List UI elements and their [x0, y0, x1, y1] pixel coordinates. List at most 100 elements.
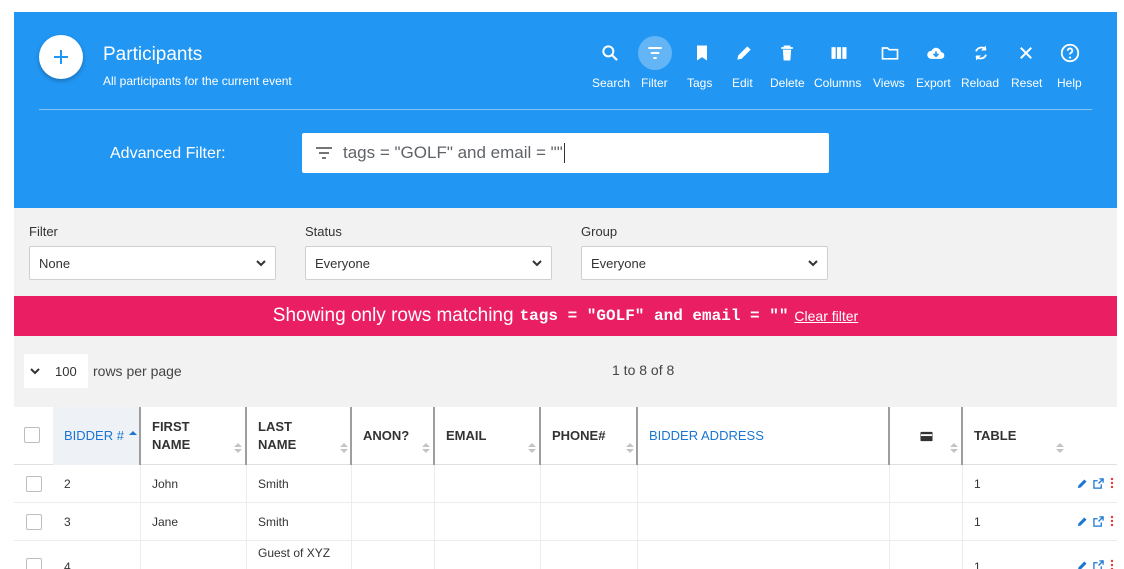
column-header-bidder[interactable]: BIDDER #: [53, 407, 141, 465]
cell-first-name: Jane: [152, 515, 179, 529]
search-button[interactable]: Search: [592, 36, 630, 96]
more-vert-icon[interactable]: [1109, 559, 1115, 569]
column-header-last-name[interactable]: LAST NAME: [247, 407, 352, 465]
status-select[interactable]: Everyone: [305, 246, 552, 280]
cell-last-name: Smith: [258, 515, 289, 529]
cell-table: 1: [974, 560, 981, 569]
column-line: [434, 465, 435, 569]
pencil-icon[interactable]: [1077, 478, 1088, 489]
export-button[interactable]: Export: [916, 36, 956, 96]
cell-first-name: [141, 541, 152, 569]
folder-icon: [873, 36, 907, 70]
cell-bidder: 2: [64, 477, 71, 491]
sort-icon: [1056, 443, 1064, 453]
tags-button[interactable]: Tags: [685, 36, 719, 96]
filter-list-icon: [313, 146, 335, 160]
filter-button[interactable]: Filter: [638, 36, 674, 96]
select-all-checkbox[interactable]: [24, 427, 40, 443]
cell-table: 1: [974, 477, 981, 491]
edit-button[interactable]: Edit: [727, 36, 761, 96]
pencil-icon[interactable]: [1077, 560, 1088, 569]
row-checkbox[interactable]: [26, 476, 42, 492]
column-header-first-name[interactable]: FIRST NAME: [141, 407, 246, 465]
open-external-icon[interactable]: [1093, 477, 1104, 489]
reload-label: Reload: [961, 76, 1000, 90]
open-external-icon[interactable]: [1093, 559, 1104, 569]
filter-icon: [638, 36, 672, 70]
more-vert-icon[interactable]: [1109, 515, 1115, 527]
cell-bidder: 3: [64, 515, 71, 529]
group-select-label: Group: [581, 224, 618, 239]
reset-button[interactable]: Reset: [1008, 36, 1044, 96]
add-participant-button[interactable]: [39, 35, 83, 79]
row-checkbox[interactable]: [26, 558, 42, 569]
filter-select-value: None: [39, 255, 71, 271]
clear-filter-link[interactable]: Clear filter: [794, 308, 858, 324]
filter-label: Filter: [641, 76, 668, 90]
column-line: [540, 465, 541, 569]
cell-last-name: Guest of XYZ: [258, 546, 331, 560]
column-line: [962, 465, 963, 569]
status-select-value: Everyone: [315, 255, 370, 271]
columns-button[interactable]: Columns: [814, 36, 862, 96]
filter-select-label: Filter: [29, 224, 58, 239]
page-size-value: 100: [55, 363, 77, 379]
reset-label: Reset: [1011, 76, 1043, 90]
pencil-icon[interactable]: [1077, 516, 1088, 527]
column-header-table[interactable]: TABLE: [963, 407, 1068, 465]
views-button[interactable]: Views: [872, 36, 908, 96]
trash-icon: [770, 36, 804, 70]
sort-icon: [626, 443, 634, 453]
credit-card-icon: [919, 431, 933, 441]
delete-label: Delete: [770, 76, 805, 90]
filter-select[interactable]: None: [29, 246, 276, 280]
help-label: Help: [1057, 76, 1082, 90]
column-line: [351, 465, 352, 569]
advanced-filter-input[interactable]: tags = "GOLF" and email = "": [302, 133, 829, 173]
group-select[interactable]: Everyone: [581, 246, 828, 280]
row-actions: [1077, 559, 1115, 569]
column-header-anon[interactable]: ANON?: [352, 407, 434, 465]
column-header-bidder-address[interactable]: BIDDER ADDRESS: [638, 407, 888, 465]
page-title: Participants: [103, 44, 203, 65]
filter-banner: Showing only rows matching tags = "GOLF"…: [14, 296, 1117, 336]
close-icon: [1009, 36, 1043, 70]
bookmark-icon: [685, 36, 719, 70]
cell-first-name: John: [152, 477, 179, 491]
open-external-icon[interactable]: [1093, 515, 1104, 527]
text-caret: [563, 143, 565, 164]
row-checkbox[interactable]: [26, 514, 42, 530]
help-icon: [1053, 36, 1087, 70]
row-count: 1 to 8 of 8: [612, 362, 675, 378]
delete-button[interactable]: Delete: [770, 36, 805, 96]
row-actions: [1077, 477, 1115, 489]
table-row[interactable]: 2 John Smith 1: [14, 465, 1117, 503]
sort-icon: [422, 443, 430, 453]
column-line: [637, 465, 638, 569]
page-size-select[interactable]: 100: [24, 354, 88, 388]
status-select-label: Status: [305, 224, 342, 239]
table-row[interactable]: 3 Jane Smith 1: [14, 503, 1117, 541]
sort-ascending-icon: [129, 431, 137, 441]
app-frame: Participants All participants for the cu…: [14, 12, 1117, 569]
help-button[interactable]: Help: [1053, 36, 1087, 96]
cell-table: 1: [974, 515, 981, 529]
column-header-email[interactable]: EMAIL: [435, 407, 540, 465]
chevron-down-icon: [808, 260, 818, 267]
row-actions: [1077, 515, 1115, 527]
pencil-icon: [727, 36, 761, 70]
reload-button[interactable]: Reload: [961, 36, 1001, 96]
chevron-down-icon: [256, 260, 266, 267]
cell-bidder: 4: [64, 560, 71, 569]
sort-icon: [528, 443, 536, 453]
sort-icon: [340, 443, 348, 453]
page-subtitle: All participants for the current event: [103, 74, 292, 88]
advanced-filter-label: Advanced Filter:: [110, 145, 226, 162]
more-vert-icon[interactable]: [1109, 477, 1115, 489]
chevron-down-icon: [30, 368, 40, 375]
table-header: BIDDER # FIRST NAME LAST NAME ANON? EMAI…: [14, 407, 1117, 465]
column-header-phone[interactable]: PHONE#: [541, 407, 638, 465]
table-row[interactable]: 4 Guest of XYZ 1: [14, 541, 1117, 569]
column-header-card[interactable]: [890, 407, 962, 465]
header-divider: [39, 109, 1092, 110]
